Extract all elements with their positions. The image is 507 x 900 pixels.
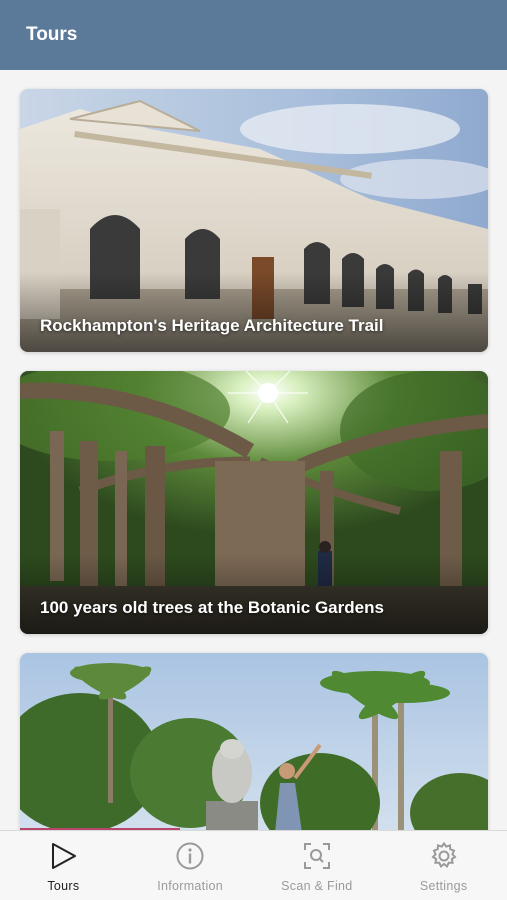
- scan-icon: [303, 843, 330, 869]
- tour-photo-palms-bull-statue: [20, 653, 488, 830]
- bottom-tab-bar: Tours Information Scan & Find Settings: [0, 830, 507, 900]
- tour-card-heritage[interactable]: Rockhampton's Heritage Architecture Trai…: [20, 89, 488, 352]
- card-shade: [20, 554, 488, 634]
- tab-label: Scan & Find: [281, 879, 353, 893]
- app-header: Tours: [0, 0, 507, 70]
- card-shade: [20, 272, 488, 352]
- tour-title: 100 years old trees at the Botanic Garde…: [40, 598, 384, 617]
- page-title: Tours: [26, 24, 78, 45]
- tab-label: Tours: [47, 879, 80, 893]
- tab-information[interactable]: Information: [127, 831, 254, 900]
- tour-card-botanic-trees[interactable]: 100 years old trees at the Botanic Garde…: [20, 371, 488, 634]
- tab-scan-find[interactable]: Scan & Find: [254, 831, 381, 900]
- tour-card-palms[interactable]: [20, 653, 488, 830]
- tour-title: Rockhampton's Heritage Architecture Trai…: [40, 316, 384, 335]
- tour-list[interactable]: Rockhampton's Heritage Architecture Trai…: [0, 70, 507, 830]
- tab-settings[interactable]: Settings: [380, 831, 507, 900]
- play-icon: [52, 843, 77, 869]
- info-icon: [176, 842, 204, 870]
- tab-label: Settings: [419, 879, 468, 893]
- tab-tours[interactable]: Tours: [0, 831, 127, 900]
- gear-icon: [431, 841, 457, 868]
- tab-label: Information: [157, 879, 224, 893]
